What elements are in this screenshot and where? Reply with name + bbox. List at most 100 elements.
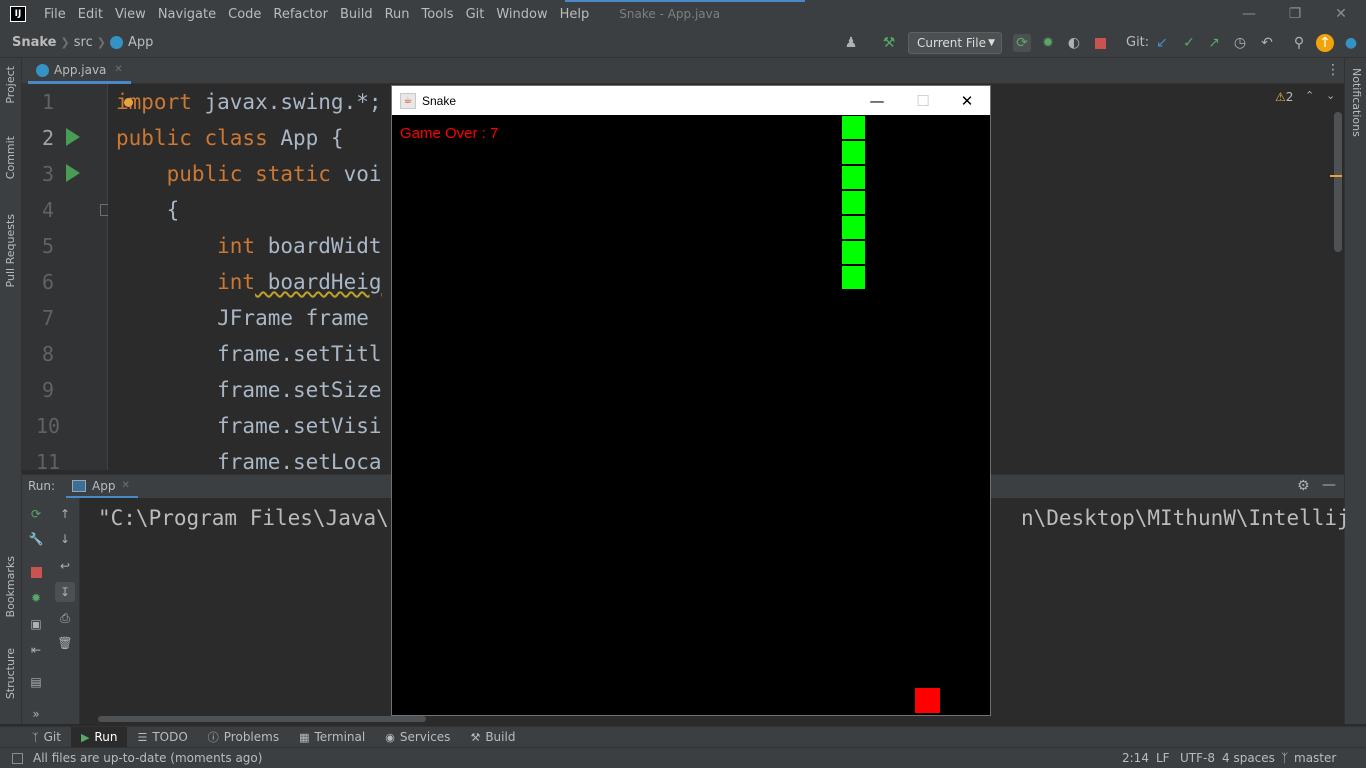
run-gutter-icon[interactable] xyxy=(66,128,80,146)
settings-gear-icon[interactable]: ⚙ xyxy=(1297,478,1310,494)
editor-scrollbar[interactable] xyxy=(1334,112,1342,252)
menu-build[interactable]: Build xyxy=(334,7,379,22)
run-icon: ▶ xyxy=(80,730,90,744)
warning-marker[interactable] xyxy=(1330,175,1342,177)
code-keyword: public static xyxy=(116,162,331,186)
jetbrains-icon[interactable]: ● xyxy=(1342,34,1360,52)
code-line: JFrame frame xyxy=(116,306,382,330)
hide-panel-icon[interactable]: — xyxy=(1322,477,1336,493)
restore-icon[interactable]: ❐ xyxy=(1272,0,1318,28)
minimize-icon[interactable]: — xyxy=(854,86,900,115)
menu-view[interactable]: View xyxy=(109,7,152,22)
snake-segment xyxy=(840,214,866,240)
maximize-icon[interactable]: ☐ xyxy=(900,86,946,115)
console-horizontal-scrollbar[interactable] xyxy=(98,716,426,722)
git-branch[interactable]: master xyxy=(1294,748,1336,768)
arrow-down-icon[interactable]: ↓ xyxy=(57,531,73,547)
scroll-to-end-icon[interactable]: ↧ xyxy=(55,582,75,602)
user-icon[interactable]: ♟ xyxy=(842,34,860,52)
close-icon[interactable]: ✕ xyxy=(1318,0,1364,28)
run-tab-app[interactable]: App ✕ xyxy=(66,475,138,499)
chevron-down-icon[interactable]: ⌄ xyxy=(1326,89,1335,102)
file-encoding[interactable]: UTF-8 xyxy=(1180,748,1215,768)
tab-terminal[interactable]: ▦ Terminal xyxy=(289,727,375,748)
trash-icon[interactable]: 🗑 xyxy=(57,635,73,651)
menu-run[interactable]: Run xyxy=(379,7,416,22)
history-icon[interactable]: ◷ xyxy=(1231,34,1249,52)
more-icon[interactable]: » xyxy=(28,706,44,722)
snake-titlebar[interactable]: ☕ Snake — ☐ ✕ xyxy=(392,86,990,115)
status-message[interactable]: All files are up-to-date (moments ago) xyxy=(33,751,262,765)
tab-run[interactable]: ▶ Run xyxy=(70,726,128,748)
wrench-icon[interactable]: 🔧 xyxy=(28,531,44,547)
lightbulb-icon[interactable] xyxy=(124,98,133,107)
git-icon: ᛉ xyxy=(32,730,39,744)
code-line: import javax.swing.*; xyxy=(116,90,382,114)
rerun-icon[interactable]: ⟳ xyxy=(28,506,44,522)
line-separator[interactable]: LF xyxy=(1156,748,1170,768)
stop-icon[interactable] xyxy=(28,564,44,580)
menu-edit[interactable]: Edit xyxy=(72,7,109,22)
tab-services[interactable]: ◉ Services xyxy=(375,727,460,748)
git-commit-icon[interactable]: ✓ xyxy=(1180,34,1198,52)
tab-todo[interactable]: ☰ TODO xyxy=(127,727,197,748)
run-configuration-select[interactable]: Current File ▼ xyxy=(908,32,1002,54)
breadcrumb-project[interactable]: Snake xyxy=(12,35,57,50)
rollback-icon[interactable]: ↶ xyxy=(1258,34,1276,52)
snake-game-window[interactable]: ☕ Snake — ☐ ✕ Game Over : 7 xyxy=(391,85,991,716)
indent-setting[interactable]: 4 spaces xyxy=(1222,748,1275,768)
notifications-tool-button[interactable]: Notifications xyxy=(1350,68,1363,137)
exit-icon[interactable]: ⇤ xyxy=(28,642,44,658)
tab-git[interactable]: ᛉ Git xyxy=(22,727,71,748)
menu-tools[interactable]: Tools xyxy=(416,7,460,22)
tab-problems[interactable]: ⓘ Problems xyxy=(198,727,289,748)
git-label: Git: xyxy=(1126,35,1150,50)
search-icon[interactable]: ⚲ xyxy=(1290,34,1308,52)
game-board[interactable]: Game Over : 7 xyxy=(392,115,990,715)
commit-tool-button[interactable]: Commit xyxy=(4,136,17,179)
panel-toggle-icon[interactable] xyxy=(12,752,23,764)
soft-wrap-icon[interactable]: ↩ xyxy=(57,558,73,574)
tab-app-java[interactable]: App.java ✕ xyxy=(28,58,131,84)
menu-code[interactable]: Code xyxy=(222,7,267,22)
bookmarks-tool-button[interactable]: Bookmarks xyxy=(4,556,17,617)
arrow-up-icon[interactable]: ↑ xyxy=(57,506,73,522)
menu-window[interactable]: Window xyxy=(490,7,553,22)
debug-icon[interactable]: ✹ xyxy=(28,590,44,606)
menu-file[interactable]: File xyxy=(38,7,72,22)
git-push-icon[interactable]: ↗ xyxy=(1205,34,1223,52)
print-icon[interactable]: ⎙ xyxy=(57,610,73,626)
project-tool-button[interactable]: Project xyxy=(4,66,17,104)
hammer-icon[interactable]: ⚒ xyxy=(880,34,898,52)
structure-tool-button[interactable]: Structure xyxy=(4,648,17,699)
rerun-icon[interactable]: ⟳ xyxy=(1013,34,1031,52)
run-toolbar-primary: ⟳ 🔧 ✹ ▣ ⇤ ▤ » xyxy=(22,498,50,724)
minimize-icon[interactable]: — xyxy=(1226,0,1272,28)
git-update-icon[interactable]: ↙ xyxy=(1153,34,1171,52)
close-icon[interactable]: ✕ xyxy=(944,86,990,115)
run-gutter-icon[interactable] xyxy=(66,164,80,182)
caret-position[interactable]: 2:14 xyxy=(1122,748,1149,768)
menu-help[interactable]: Help xyxy=(554,7,596,22)
stop-icon[interactable] xyxy=(1091,34,1109,52)
close-tab-icon[interactable]: ✕ xyxy=(114,64,122,75)
menu-git[interactable]: Git xyxy=(460,7,491,22)
layout-icon[interactable]: ▤ xyxy=(28,674,44,690)
menu-refactor[interactable]: Refactor xyxy=(267,7,334,22)
camera-icon[interactable]: ▣ xyxy=(28,616,44,632)
pull-requests-tool-button[interactable]: Pull Requests xyxy=(4,214,17,287)
breadcrumb-src[interactable]: src xyxy=(74,35,93,50)
tab-build[interactable]: ⚒ Build xyxy=(460,727,525,748)
close-tab-icon[interactable]: ✕ xyxy=(121,480,129,491)
warnings-indicator[interactable]: ⚠2 xyxy=(1275,90,1293,104)
code-line: int boardHeig xyxy=(116,270,381,294)
menu-navigate[interactable]: Navigate xyxy=(152,7,222,22)
code-text: { xyxy=(116,198,180,222)
debug-icon[interactable]: ✹ xyxy=(1039,34,1057,52)
breadcrumb-app[interactable]: App xyxy=(128,35,153,50)
coverage-icon[interactable]: ◐ xyxy=(1065,34,1083,52)
update-icon[interactable]: ↑ xyxy=(1316,34,1334,52)
more-options-icon[interactable]: ⋮ xyxy=(1326,62,1340,78)
chevron-up-icon[interactable]: ⌃ xyxy=(1305,89,1314,102)
chevron-down-icon: ▼ xyxy=(988,38,995,48)
